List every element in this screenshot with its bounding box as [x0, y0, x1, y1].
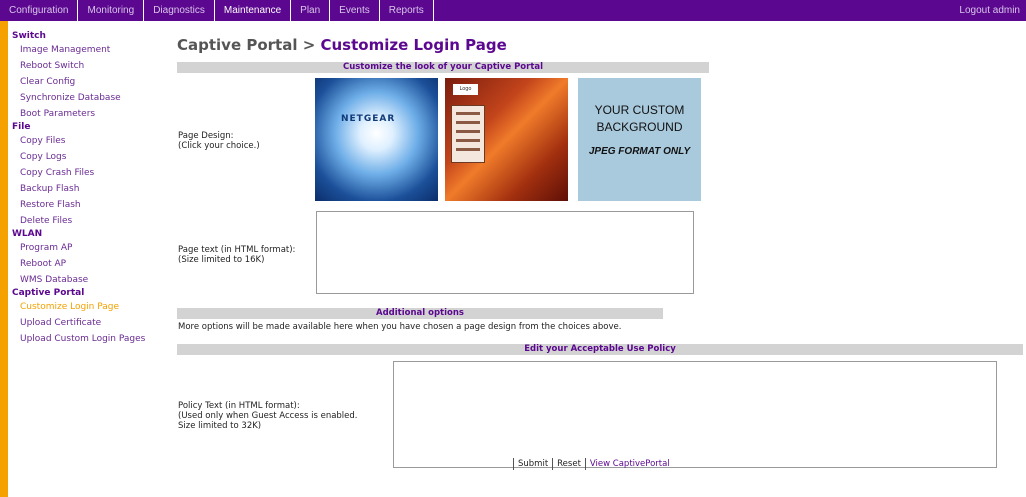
sidebar-item-restore-flash[interactable]: Restore Flash — [12, 197, 172, 213]
tab-reports[interactable]: Reports — [380, 0, 434, 21]
additional-options-note: More options will be made available here… — [178, 322, 622, 332]
sidebar-item-clear-config[interactable]: Clear Config — [12, 74, 172, 90]
design-choice-orange[interactable]: Logo — [445, 78, 568, 201]
sidebar-item-copy-logs[interactable]: Copy Logs — [12, 149, 172, 165]
login-form-preview — [451, 105, 485, 163]
logout-link[interactable]: Logout admin — [959, 0, 1020, 21]
tab-monitoring[interactable]: Monitoring — [78, 0, 145, 21]
top-nav: Configuration Monitoring Diagnostics Mai… — [0, 0, 1026, 21]
breadcrumb-parent: Captive Portal — [177, 36, 298, 54]
sidebar-item-upload-custom-login-pages[interactable]: Upload Custom Login Pages — [12, 331, 172, 347]
additional-options-header: Additional options — [177, 308, 663, 319]
policy-text-input[interactable] — [393, 361, 997, 468]
custom-bg-line2: BACKGROUND — [596, 120, 683, 134]
sidebar-item-program-ap[interactable]: Program AP — [12, 240, 172, 256]
sidebar: Switch Image Management Reboot Switch Cl… — [12, 31, 172, 347]
sidebar-item-reboot-switch[interactable]: Reboot Switch — [12, 58, 172, 74]
submit-button[interactable]: Submit — [514, 458, 552, 470]
page-title: Captive Portal > Customize Login Page — [177, 36, 507, 54]
sidebar-item-boot-parameters[interactable]: Boot Parameters — [12, 106, 172, 122]
sidebar-item-upload-certificate[interactable]: Upload Certificate — [12, 315, 172, 331]
left-accent-bar — [0, 21, 8, 497]
sidebar-item-copy-crash-files[interactable]: Copy Crash Files — [12, 165, 172, 181]
customize-look-header: Customize the look of your Captive Porta… — [177, 62, 709, 73]
policy-text-label: Policy Text (in HTML format): (Used only… — [178, 401, 358, 431]
custom-bg-line1: YOUR CUSTOM — [594, 103, 685, 117]
breadcrumb-current: Customize Login Page — [320, 36, 507, 54]
sidebar-heading-captive-portal: Captive Portal — [12, 288, 85, 298]
tab-events[interactable]: Events — [330, 0, 380, 21]
reset-button[interactable]: Reset — [553, 458, 585, 470]
view-captive-portal-link[interactable]: View CaptivePortal — [586, 459, 670, 469]
custom-bg-line3: JPEG FORMAT ONLY — [588, 146, 691, 157]
page-text-input[interactable] — [316, 211, 694, 294]
tab-diagnostics[interactable]: Diagnostics — [144, 0, 215, 21]
tab-maintenance[interactable]: Maintenance — [215, 0, 292, 21]
sidebar-item-copy-files[interactable]: Copy Files — [12, 133, 172, 149]
sidebar-heading-wlan: WLAN — [12, 229, 43, 239]
design-choice-netgear[interactable]: NETGEAR — [315, 78, 438, 201]
policy-header: Edit your Acceptable Use Policy — [177, 344, 1023, 355]
page-text-label: Page text (in HTML format): (Size limite… — [178, 245, 296, 265]
sidebar-item-delete-files[interactable]: Delete Files — [12, 213, 172, 229]
sidebar-item-wms-database[interactable]: WMS Database — [12, 272, 172, 288]
tab-plan[interactable]: Plan — [291, 0, 331, 21]
sidebar-item-synchronize-database[interactable]: Synchronize Database — [12, 90, 172, 106]
netgear-logo-text: NETGEAR — [341, 114, 396, 124]
design-choice-custom-background[interactable]: YOUR CUSTOM BACKGROUND JPEG FORMAT ONLY — [578, 78, 701, 201]
breadcrumb-separator: > — [297, 36, 321, 54]
sidebar-heading-switch: Switch — [12, 31, 46, 41]
logo-placeholder: Logo — [453, 84, 478, 95]
page-design-label: Page Design: (Click your choice.) — [178, 131, 260, 151]
sidebar-item-customize-login-page[interactable]: Customize Login Page — [12, 299, 172, 315]
sidebar-heading-file: File — [12, 122, 31, 132]
sidebar-item-image-management[interactable]: Image Management — [12, 42, 172, 58]
tab-configuration[interactable]: Configuration — [0, 0, 79, 21]
sidebar-item-backup-flash[interactable]: Backup Flash — [12, 181, 172, 197]
form-actions: Submit Reset View CaptivePortal — [513, 458, 670, 470]
sidebar-item-reboot-ap[interactable]: Reboot AP — [12, 256, 172, 272]
